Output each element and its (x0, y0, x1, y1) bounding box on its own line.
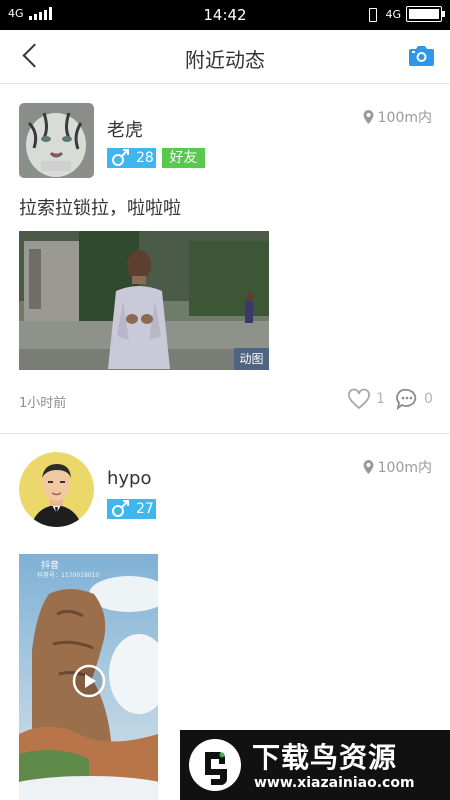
distance-label: 100m内 (363, 457, 432, 477)
tiktok-id: 抖音号：1170019010 (37, 572, 100, 579)
avatar[interactable] (19, 452, 94, 527)
network-type-right: 4G (385, 7, 401, 21)
watermark-banner: 下载鸟资源 www.xiazainiao.com (180, 730, 450, 800)
user-badges: 27 (107, 499, 156, 519)
age-value: 27 (136, 501, 154, 517)
username[interactable]: 老虎 (107, 116, 143, 142)
comment-icon (396, 388, 417, 410)
gif-tag: 动图 (234, 348, 269, 370)
heart-icon (348, 388, 370, 410)
like-count: 1 (376, 391, 385, 407)
male-icon (112, 149, 129, 166)
age-value: 28 (136, 150, 154, 166)
distance-label: 100m内 (363, 107, 432, 127)
watermark-url: www.xiazainiao.com (254, 775, 415, 791)
camera-icon (409, 46, 434, 66)
status-right: 4G (365, 6, 445, 22)
gender-age-badge: 28 (107, 148, 156, 168)
play-icon[interactable] (72, 664, 106, 698)
bird-logo-icon (189, 739, 241, 791)
post-video[interactable]: 抖音 抖音号：1170019010 (19, 554, 158, 800)
feed-post: 老虎 28 好友 100m内 拉索拉锁拉，啦啦啦 动图 1小时前 1 0 (0, 85, 450, 434)
location-pin-icon (363, 110, 374, 124)
vibrate-icon (365, 7, 379, 22)
page-title: 附近动态 (185, 48, 265, 72)
battery-icon (406, 6, 445, 22)
male-icon (112, 500, 129, 517)
post-image[interactable]: 动图 (19, 231, 269, 370)
watermark-name: 下载鸟资源 (252, 741, 398, 774)
post-text: 拉索拉锁拉，啦啦啦 (19, 198, 181, 219)
comment-button[interactable]: 0 (396, 388, 433, 410)
camera-button[interactable] (408, 44, 435, 68)
post-timestamp: 1小时前 (19, 396, 67, 411)
gender-age-badge: 27 (107, 499, 156, 519)
distance-text: 100m内 (377, 460, 432, 476)
username[interactable]: hypo (107, 468, 152, 489)
user-badges: 28 好友 (107, 148, 205, 168)
like-button[interactable]: 1 (347, 388, 385, 410)
avatar[interactable] (19, 103, 94, 178)
comment-count: 0 (424, 391, 433, 407)
distance-text: 100m内 (377, 110, 432, 126)
nav-header: 附近动态 (0, 30, 450, 84)
friend-badge: 好友 (162, 148, 205, 168)
status-bar: 4G 14:42 4G (0, 0, 450, 30)
location-pin-icon (363, 460, 374, 474)
